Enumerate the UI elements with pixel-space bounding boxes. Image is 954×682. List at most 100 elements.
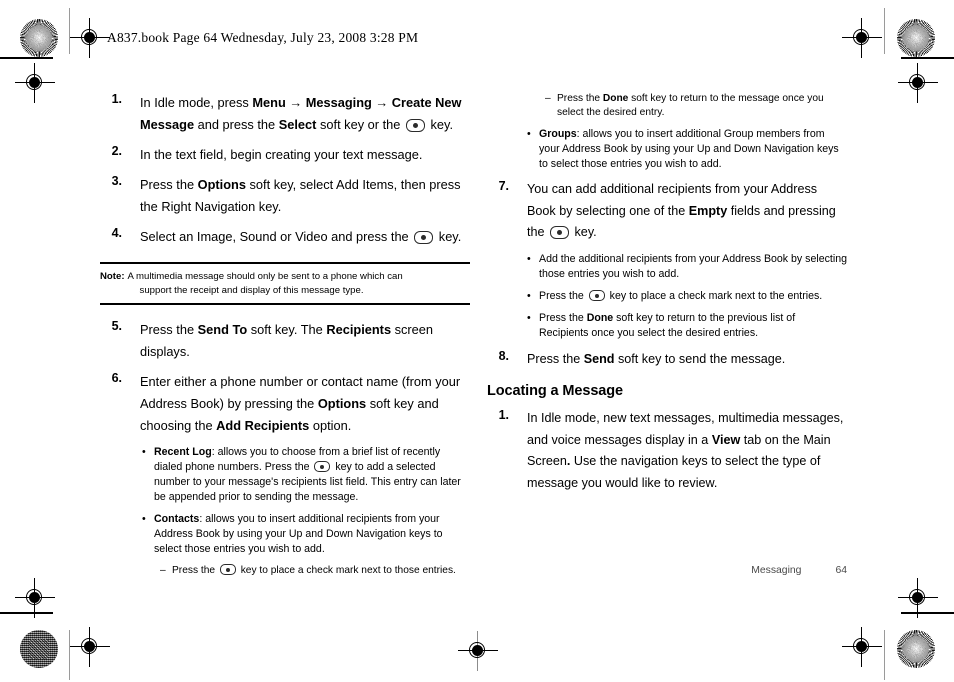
page-footer: Messaging 64 bbox=[487, 565, 847, 576]
step-number: 5. bbox=[111, 319, 122, 334]
step-number: 7. bbox=[498, 179, 509, 194]
note-text-line-1: A multimedia message should only be sent… bbox=[127, 271, 403, 282]
note-text: A multimedia message should only be sent… bbox=[128, 270, 468, 297]
footer-chapter-label: Messaging bbox=[751, 565, 802, 576]
bullet-icon: • bbox=[527, 290, 531, 303]
body-text: key. bbox=[435, 229, 462, 244]
section-heading: Locating a Message bbox=[487, 382, 623, 399]
trim-line-right-bottom bbox=[901, 612, 954, 614]
body-text: option. bbox=[309, 418, 352, 434]
step-number: 4. bbox=[111, 226, 122, 240]
body-text: key to place a check mark next to those … bbox=[237, 565, 456, 577]
dash-icon: – bbox=[545, 93, 551, 104]
emphasis-text: Options bbox=[197, 177, 246, 192]
body-text: Press the bbox=[140, 322, 198, 338]
list-item-text: Contacts: allows you to insert additiona… bbox=[154, 512, 470, 557]
list-item: • Press the key to place a check mark ne… bbox=[527, 289, 847, 304]
emphasis-text: Contacts bbox=[154, 513, 200, 526]
step-number: 3. bbox=[111, 174, 122, 188]
body-text: and press the bbox=[194, 117, 279, 132]
center-ok-key-icon bbox=[588, 290, 605, 302]
registration-mark-right-upper bbox=[898, 63, 938, 103]
list-item: • Press the Done soft key to return to t… bbox=[527, 311, 847, 341]
step-text: In the text field, begin creating your t… bbox=[140, 144, 470, 166]
body-text: Press the bbox=[539, 290, 587, 303]
trim-line-right-top bbox=[901, 57, 954, 59]
trim-line-top-left-vertical bbox=[69, 8, 70, 54]
registration-mark-left-lower bbox=[15, 578, 55, 618]
step-number: 1. bbox=[498, 407, 509, 422]
list-item-text: Press the key to place a check mark next… bbox=[172, 564, 470, 578]
step-number: 6. bbox=[111, 371, 122, 386]
step-item: 1. In Idle mode, new text messages, mult… bbox=[487, 408, 847, 495]
body-text: Press the bbox=[527, 352, 584, 367]
bullet-icon: • bbox=[527, 312, 531, 325]
list-item: – Press the Done soft key to return to t… bbox=[545, 92, 847, 121]
footer-page-number: 64 bbox=[835, 565, 847, 576]
rosette-mark-bottom-right bbox=[897, 630, 935, 668]
emphasis-text: Recent Log bbox=[154, 446, 212, 459]
step-item: 1. In Idle mode, press Menu → Messaging … bbox=[100, 92, 470, 136]
list-item: • Add the additional recipients from you… bbox=[527, 252, 847, 282]
list-item-text: Groups: allows you to insert additional … bbox=[539, 127, 847, 172]
center-ok-key-icon bbox=[550, 226, 570, 240]
left-column: 1. In Idle mode, press Menu → Messaging … bbox=[100, 92, 470, 585]
step-item: 8. Press the Send soft key to send the m… bbox=[487, 349, 847, 371]
registration-mark-top-left bbox=[70, 18, 110, 58]
bullet-icon: • bbox=[527, 127, 531, 140]
emphasis-text: Options bbox=[317, 396, 367, 412]
step-number: 8. bbox=[498, 349, 509, 364]
emphasis-text: Send bbox=[583, 352, 615, 367]
center-ok-key-icon bbox=[314, 461, 331, 473]
body-text: Add the additional recipients from your … bbox=[539, 253, 847, 281]
center-ok-key-icon bbox=[219, 564, 236, 576]
emphasis-text: Empty bbox=[688, 203, 728, 218]
step-text: Press the Send soft key to send the mess… bbox=[527, 349, 847, 371]
emphasis-text: Groups bbox=[539, 127, 577, 140]
note-text-line-2: support the receipt and display of this … bbox=[139, 284, 364, 296]
right-step7-bullet-list: • Add the additional recipients from you… bbox=[527, 252, 847, 341]
step-number: 2. bbox=[111, 144, 122, 158]
bullet-icon: • bbox=[527, 253, 531, 266]
body-text: Press the bbox=[557, 93, 603, 104]
step-item: 4. Select an Image, Sound or Video and p… bbox=[100, 226, 470, 248]
trim-line-left-bottom bbox=[0, 612, 53, 614]
left-dash-list: – Press the key to place a check mark ne… bbox=[160, 564, 470, 578]
body-text: key. bbox=[426, 117, 454, 132]
body-text: Press the bbox=[172, 565, 218, 577]
note-box: Note: A multimedia message should only b… bbox=[100, 262, 470, 306]
emphasis-text: Select bbox=[278, 117, 317, 132]
body-text: : allows you to insert additional Group … bbox=[539, 127, 839, 171]
trim-line-top-right-vertical bbox=[884, 8, 885, 54]
trim-line-left-top bbox=[0, 57, 53, 59]
rosette-mark-top-left bbox=[20, 19, 58, 57]
body-text: soft key to send the message. bbox=[614, 352, 786, 367]
bullet-icon: • bbox=[142, 446, 146, 459]
list-item-text: Add the additional recipients from your … bbox=[539, 252, 847, 282]
trim-line-bottom-left-vertical bbox=[69, 630, 70, 680]
body-text: soft key. The bbox=[247, 322, 327, 338]
rosette-mark-bottom-left bbox=[20, 630, 58, 668]
body-text: Press the bbox=[140, 177, 198, 192]
body-text: In Idle mode, press bbox=[140, 95, 253, 110]
step-item: 6. Enter either a phone number or contac… bbox=[100, 371, 470, 437]
emphasis-text: Send To bbox=[197, 322, 248, 338]
step-text: Enter either a phone number or contact n… bbox=[140, 371, 470, 437]
list-item-text: Press the Done soft key to return to the… bbox=[557, 92, 847, 121]
step-item: 2. In the text field, begin creating you… bbox=[100, 144, 470, 166]
list-item-text: Recent Log: allows you to choose from a … bbox=[154, 445, 470, 505]
body-text: Use the navigation keys to select the ty… bbox=[527, 454, 821, 490]
step-item: 5. Press the Send To soft key. The Recip… bbox=[100, 319, 470, 363]
step-item: 3. Press the Options soft key, select Ad… bbox=[100, 174, 470, 218]
step-text: Select an Image, Sound or Video and pres… bbox=[140, 226, 470, 248]
step-text: In Idle mode, new text messages, multime… bbox=[527, 408, 847, 495]
emphasis-text: Add Recipients bbox=[216, 418, 310, 434]
step-text: In Idle mode, press Menu → Messaging → C… bbox=[140, 92, 470, 136]
registration-mark-bottom-left bbox=[70, 627, 110, 667]
right-top-dash-list: – Press the Done soft key to return to t… bbox=[545, 92, 847, 121]
step-text: Press the Options soft key, select Add I… bbox=[140, 174, 470, 218]
left-bullet-list: • Recent Log: allows you to choose from … bbox=[142, 445, 470, 557]
registration-mark-right-lower bbox=[898, 578, 938, 618]
body-text: key. bbox=[571, 225, 597, 240]
registration-mark-bottom-right bbox=[842, 627, 882, 667]
